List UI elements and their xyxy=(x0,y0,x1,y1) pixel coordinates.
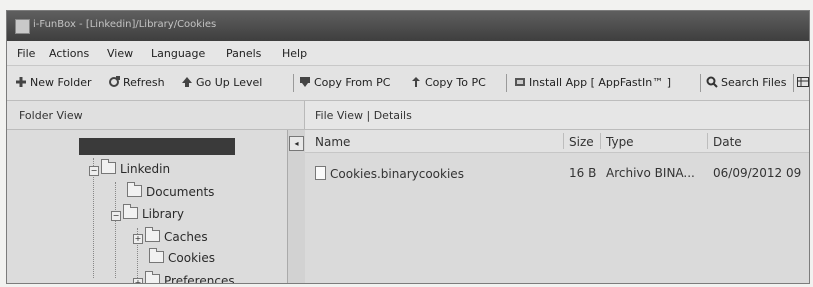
tree-node-label: Preferences xyxy=(164,274,235,284)
refresh-button[interactable]: Refresh xyxy=(108,76,165,89)
app-folder-icon xyxy=(101,159,116,174)
folder-icon xyxy=(145,227,160,242)
menu-actions[interactable]: Actions xyxy=(49,47,89,60)
folder-icon xyxy=(123,204,138,219)
window-title: i-FunBox - [Linkedin]/Library/Cookies xyxy=(33,19,217,30)
expand-icon[interactable]: + xyxy=(133,278,143,283)
plus-icon xyxy=(15,76,27,88)
tree-node-documents[interactable]: Documents xyxy=(127,182,215,199)
search-icon xyxy=(706,76,718,88)
install-app-label: Install App [ AppFastIn™ ] xyxy=(529,76,671,89)
menu-panels[interactable]: Panels xyxy=(226,47,261,60)
tree-node-cookies[interactable]: Cookies xyxy=(149,248,215,265)
tree-node-label: Cookies xyxy=(168,251,215,265)
toolbar-separator xyxy=(506,74,507,92)
tree-node-label: Caches xyxy=(164,230,208,244)
tree-scrollbar[interactable]: ◂ xyxy=(287,130,306,283)
download-icon xyxy=(299,76,311,88)
toolbar-separator xyxy=(700,74,701,92)
toolbar: New Folder Refresh Go Up Level Copy From… xyxy=(7,66,809,101)
copy-to-pc-button[interactable]: Copy To PC xyxy=(410,76,486,89)
file-name: Cookies.binarycookies xyxy=(330,167,464,181)
redacted-root-node[interactable] xyxy=(79,138,235,155)
toolbar-separator xyxy=(293,74,294,92)
copy-to-pc-label: Copy To PC xyxy=(425,76,486,89)
copy-from-pc-button[interactable]: Copy From PC xyxy=(299,76,390,89)
refresh-icon xyxy=(108,76,120,88)
tree-node-label: Linkedin xyxy=(120,162,171,176)
menu-file[interactable]: File xyxy=(17,47,35,60)
view-toggle-icon[interactable] xyxy=(797,76,809,91)
app-logo-icon xyxy=(15,19,30,34)
menu-bar: File Actions View Language Panels Help xyxy=(7,41,809,66)
file-size: 16 B xyxy=(569,166,597,180)
tree-node-caches[interactable]: + Caches xyxy=(133,227,208,244)
file-view-title[interactable]: File View | Details xyxy=(315,109,412,122)
search-files-button[interactable]: Search Files xyxy=(706,76,786,89)
folder-icon xyxy=(145,271,160,283)
folder-view-title: Folder View xyxy=(19,109,83,122)
file-row[interactable]: Cookies.binarycookies 16 B Archivo BINA.… xyxy=(305,164,809,182)
expand-icon[interactable]: + xyxy=(133,234,143,244)
new-folder-button[interactable]: New Folder xyxy=(15,76,91,89)
folder-icon xyxy=(127,182,142,197)
folder-view-header: Folder View xyxy=(7,101,305,130)
upload-icon xyxy=(410,76,422,88)
tree-node-preferences[interactable]: + Preferences xyxy=(133,271,235,284)
refresh-label: Refresh xyxy=(123,76,165,89)
arrow-up-icon xyxy=(181,76,193,88)
new-folder-label: New Folder xyxy=(30,76,92,89)
app-icon xyxy=(514,76,526,88)
go-up-level-label: Go Up Level xyxy=(196,76,263,89)
install-app-button[interactable]: Install App [ AppFastIn™ ] xyxy=(514,76,671,89)
toolbar-separator xyxy=(793,74,794,92)
file-list-header: Name Size Type Date xyxy=(305,130,809,153)
file-type: Archivo BINA... xyxy=(606,166,695,180)
column-date[interactable]: Date xyxy=(713,135,742,149)
search-files-label: Search Files xyxy=(721,76,787,89)
scroll-up-arrow-icon[interactable]: ◂ xyxy=(289,136,304,151)
file-list: Name Size Type Date Cookies.binarycookie… xyxy=(305,130,809,283)
folder-icon xyxy=(149,248,164,263)
title-bar: i-FunBox - [Linkedin]/Library/Cookies xyxy=(7,11,809,41)
tree-node-label: Library xyxy=(142,207,184,221)
file-view-header: File View | Details xyxy=(305,101,809,130)
column-size[interactable]: Size xyxy=(569,135,594,149)
tree-node-library[interactable]: − Library xyxy=(111,204,184,221)
column-divider[interactable] xyxy=(600,133,601,149)
column-divider[interactable] xyxy=(707,133,708,149)
column-type[interactable]: Type xyxy=(606,135,634,149)
tree-guide-line xyxy=(115,182,116,278)
menu-help[interactable]: Help xyxy=(282,47,307,60)
file-icon xyxy=(315,166,326,180)
column-name[interactable]: Name xyxy=(315,135,350,149)
menu-language[interactable]: Language xyxy=(151,47,205,60)
copy-from-pc-label: Copy From PC xyxy=(314,76,391,89)
tree-guide-line xyxy=(93,158,94,278)
tree-node-linkedin[interactable]: − Linkedin xyxy=(89,159,171,176)
folder-tree: − Linkedin Documents − Library + Caches Coo… xyxy=(7,130,287,283)
menu-view[interactable]: View xyxy=(107,47,133,60)
tree-node-label: Documents xyxy=(146,185,215,199)
column-divider[interactable] xyxy=(563,133,564,149)
go-up-level-button[interactable]: Go Up Level xyxy=(181,76,262,89)
collapse-icon[interactable]: − xyxy=(89,166,99,176)
file-date: 06/09/2012 09 xyxy=(713,166,802,180)
ifunbox-window: i-FunBox - [Linkedin]/Library/Cookies Fi… xyxy=(6,10,810,284)
file-name-cell: Cookies.binarycookies xyxy=(315,166,464,181)
collapse-icon[interactable]: − xyxy=(111,211,121,221)
